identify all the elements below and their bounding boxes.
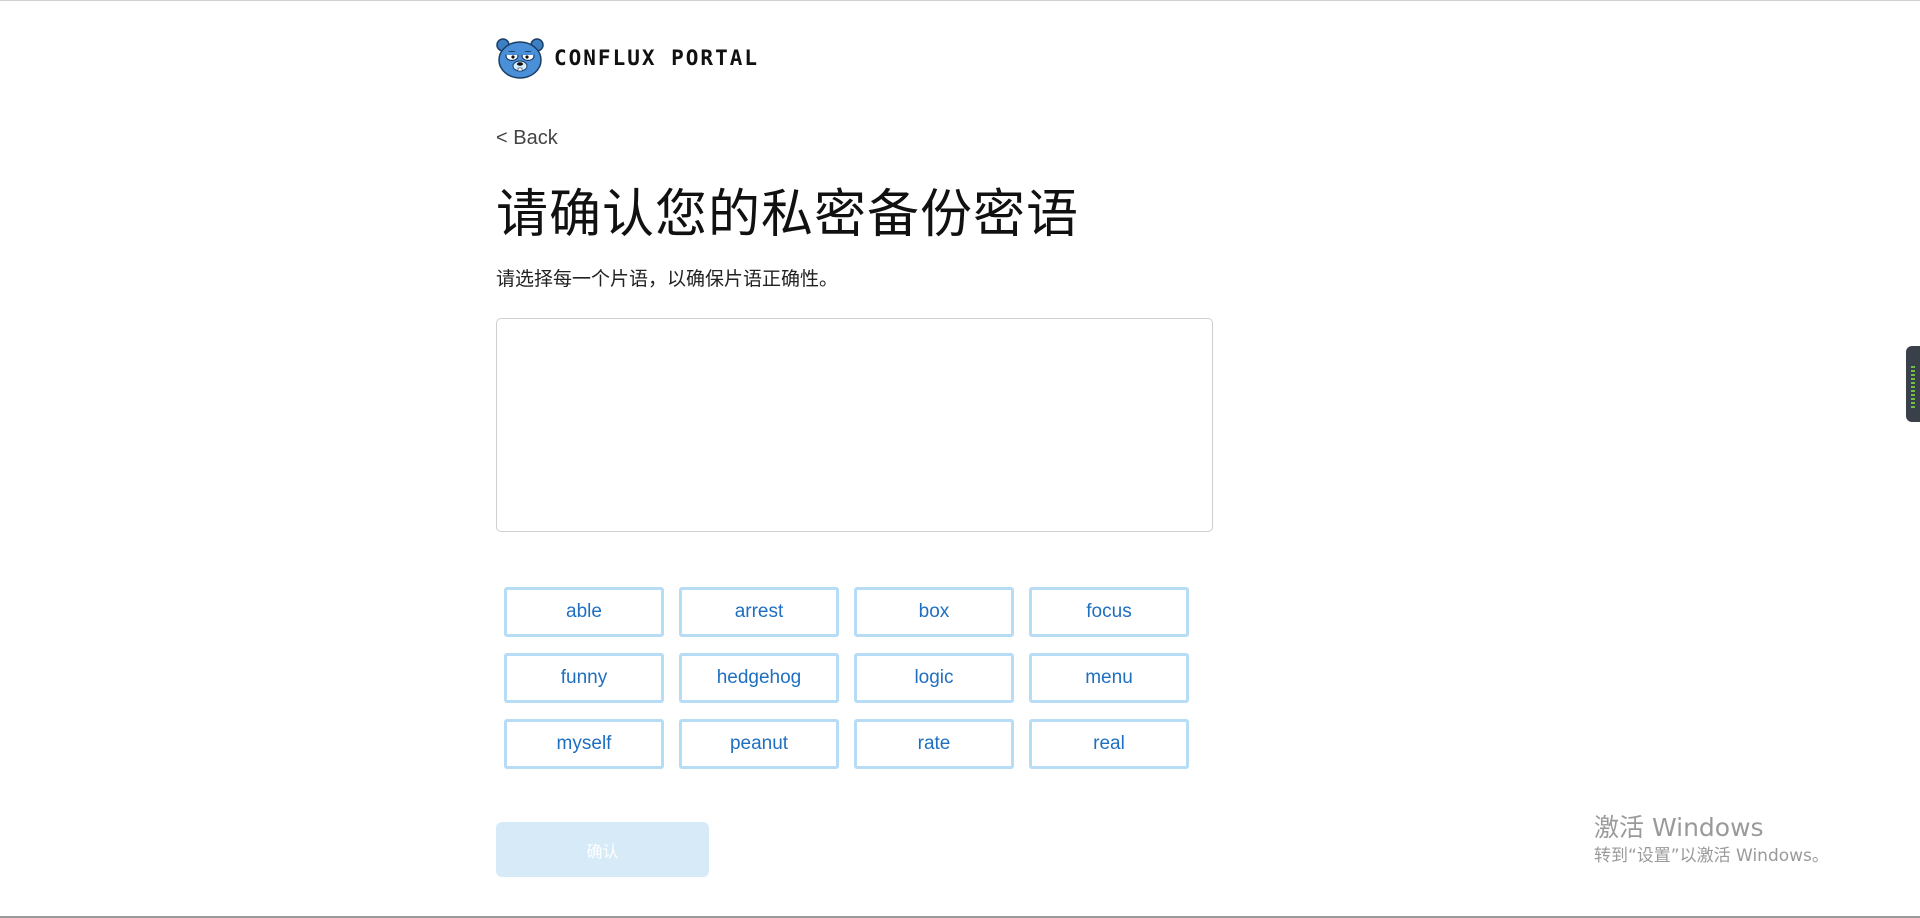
windows-activation-watermark: 激活 Windows 转到“设置”以激活 Windows。 <box>1594 812 1829 868</box>
word-button-arrest[interactable]: arrest <box>679 587 839 637</box>
selected-phrase-box[interactable] <box>496 318 1213 532</box>
watermark-title: 激活 Windows <box>1594 813 1764 842</box>
page-title: 请确认您的私密备份密语 <box>496 185 1080 245</box>
panda-mascot-icon <box>496 38 544 79</box>
word-button-myself[interactable]: myself <box>504 719 664 769</box>
back-link[interactable]: < Back <box>496 127 558 150</box>
confirm-button[interactable]: 确认 <box>496 822 709 877</box>
side-monitor-widget[interactable] <box>1906 346 1920 422</box>
word-button-logic[interactable]: logic <box>854 653 1014 703</box>
logo-wordmark: CONFLUX PORTAL <box>554 46 760 70</box>
page-subtitle: 请选择每一个片语，以确保片语正确性。 <box>496 268 839 290</box>
word-button-box[interactable]: box <box>854 587 1014 637</box>
word-button-peanut[interactable]: peanut <box>679 719 839 769</box>
word-button-menu[interactable]: menu <box>1029 653 1189 703</box>
window-top-border <box>0 0 1920 1</box>
word-button-rate[interactable]: rate <box>854 719 1014 769</box>
level-meter-icon <box>1911 366 1915 410</box>
word-button-able[interactable]: able <box>504 587 664 637</box>
app-logo: CONFLUX PORTAL <box>496 37 759 79</box>
word-button-real[interactable]: real <box>1029 719 1189 769</box>
word-button-hedgehog[interactable]: hedgehog <box>679 653 839 703</box>
watermark-subtitle: 转到“设置”以激活 Windows。 <box>1594 846 1829 866</box>
word-button-focus[interactable]: focus <box>1029 587 1189 637</box>
word-button-funny[interactable]: funny <box>504 653 664 703</box>
